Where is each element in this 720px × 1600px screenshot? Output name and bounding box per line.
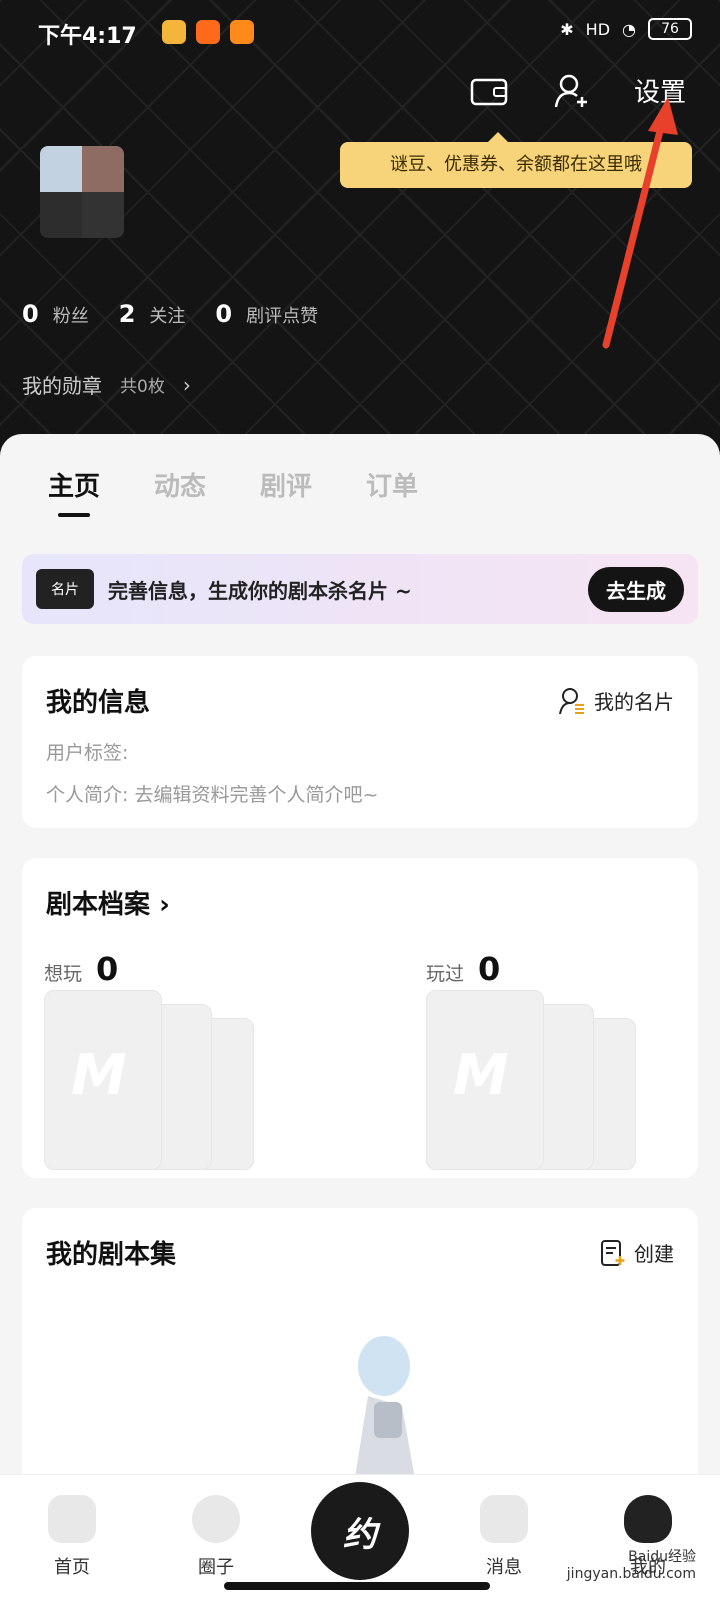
played-thumb-front[interactable]: M [426,990,544,1170]
played[interactable]: 玩过 0 [426,950,500,988]
tab-bar-home[interactable]: 首页 [32,1495,112,1579]
profile-stats: 0 粉丝 2 关注 0 剧评点赞 [22,300,318,328]
want-thumb-front[interactable]: M [44,990,162,1170]
chevron-right-icon: › [182,372,191,397]
namecard-user-icon [559,687,584,714]
taobao-icon [196,20,220,44]
create-doc-icon [601,1239,625,1266]
message-icon [480,1495,528,1543]
medals-count: 共0枚 [120,377,165,397]
app-icon [230,20,254,44]
watermark: Baidu经验 jingyan.baidu.com [566,1549,696,1582]
medals-label: 我的勋章 [22,374,102,398]
user-icon [624,1495,672,1543]
user-tags: 用户标签: [46,742,129,764]
status-bar: 下午4:17 ✱ HD ◔ 76 [0,0,720,64]
tab-bar-messages[interactable]: 消息 [464,1495,544,1579]
battery-indicator: 76 [648,18,692,40]
want-to-play[interactable]: 想玩 0 [44,950,118,988]
profile-tabs: 主页 动态 剧评 订单 [48,466,418,517]
namecard-icon: 名片 [36,569,94,609]
archive-title[interactable]: 剧本档案 › [46,884,170,921]
create-game-button[interactable]: 约 [311,1482,409,1580]
empty-state-illustration [352,1336,418,1496]
following-stat[interactable]: 2 关注 [119,300,186,328]
user-bio[interactable]: 个人简介: 去编辑资料完善个人简介吧~ [46,780,378,807]
medals-row[interactable]: 我的勋章 共0枚 › [22,370,191,399]
status-time: 下午4:17 [38,24,137,49]
create-collection-button[interactable]: 创建 [600,1238,674,1267]
followers-stat[interactable]: 0 粉丝 [22,300,89,328]
generate-button[interactable]: 去生成 [588,566,684,612]
home-icon [48,1495,96,1543]
collections-title: 我的剧本集 [46,1240,177,1270]
bluetooth-icon: ✱ [560,19,574,39]
script-collections-card: 我的剧本集 创建 [22,1208,698,1508]
annotation-arrow [602,97,678,349]
script-archive-card: 剧本档案 › 想玩 0 M 玩过 0 M [22,858,698,1178]
tab-reviews[interactable]: 剧评 [260,466,312,503]
chevron-right-icon: › [159,890,170,920]
add-friend-icon[interactable] [554,73,590,109]
my-info-card: 我的信息 我的名片 用户标签: 个人简介: 去编辑资料完善个人简介吧~ [22,656,698,828]
compass-icon [192,1495,240,1543]
my-namecard-link[interactable]: 我的名片 [558,686,674,715]
wallet-icon[interactable] [470,74,510,108]
notification-icon [162,20,186,44]
signal-label: HD [585,19,611,39]
tab-home[interactable]: 主页 [48,466,100,517]
my-info-title: 我的信息 [46,688,151,718]
tab-feed[interactable]: 动态 [154,466,206,503]
avatar[interactable] [40,146,124,238]
home-indicator[interactable] [224,1582,490,1590]
review-likes-stat[interactable]: 0 剧评点赞 [215,300,318,328]
banner-text: 完善信息，生成你的剧本杀名片 ~ [108,578,412,603]
tab-orders[interactable]: 订单 [366,466,418,503]
tab-bar-circle[interactable]: 圈子 [176,1495,256,1579]
wifi-icon: ◔ [622,19,636,39]
namecard-banner[interactable]: 名片 完善信息，生成你的剧本杀名片 ~ 去生成 [22,554,698,624]
